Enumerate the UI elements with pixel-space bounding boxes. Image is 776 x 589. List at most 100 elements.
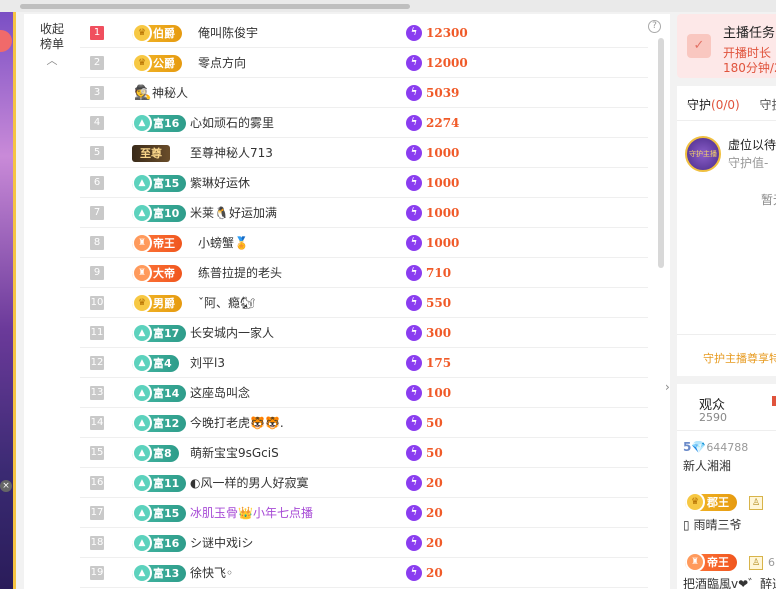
ranking-row[interactable]: 11 ▲ 富17 长安城内一家人 ϟ 300	[80, 318, 648, 348]
help-icon[interactable]: ?	[648, 20, 661, 33]
viewer-3-number: 6	[768, 555, 775, 569]
guard-panel: 守护(0/0) 守护 守护主播 虚位以待 守护值- 暂无 守护主播尊享特	[677, 86, 776, 376]
rank-number: 5	[90, 146, 104, 160]
ranking-row[interactable]: 13 ▲ 富14 这座岛叫念 ϟ 100	[80, 378, 648, 408]
ranking-row[interactable]: 1 ♛ 伯爵 俺叫陈俊宇 ϟ 12300	[80, 18, 648, 48]
ranking-row[interactable]: 4 ▲ 富16 心如顽石的雾里 ϟ 2274	[80, 108, 648, 138]
rank-badge-label: 富10	[153, 207, 180, 220]
contribution-score: ϟ 20	[406, 565, 443, 581]
user-name[interactable]: 零点方向	[198, 48, 246, 78]
ranking-row[interactable]: 14 ▲ 富12 今晚打老虎🐯🐯. ϟ 50	[80, 408, 648, 438]
rank-badge-label: 伯爵	[153, 27, 175, 40]
user-name[interactable]: シ谜中戏iシ	[190, 528, 253, 558]
user-name[interactable]: 长安城内一家人	[190, 318, 274, 348]
wealth-level-icon: ▲	[132, 383, 152, 403]
rank-number: 14	[90, 416, 104, 430]
wealth-level-icon: ▲	[132, 353, 152, 373]
user-name[interactable]: 心如顽石的雾里	[190, 108, 274, 138]
contribution-score: ϟ 20	[406, 535, 443, 551]
lightning-icon: ϟ	[406, 445, 422, 461]
viewer-3-number-text: 6	[768, 556, 775, 569]
viewer-2-name-text: 雨晴三爷	[693, 518, 742, 532]
ranking-row[interactable]: 7 ▲ 富10 米莱🐧好运加满 ϟ 1000	[80, 198, 648, 228]
rank-badge-label: 富12	[153, 417, 180, 430]
ranking-row[interactable]: 2 ♛ 公爵 零点方向 ϟ 12000	[80, 48, 648, 78]
ranking-row[interactable]: 16 ▲ 富11 ◐风一样的男人好寂寞 ϟ 20	[80, 468, 648, 498]
nobility-icon: ♜	[132, 233, 152, 253]
contribution-score: ϟ 12000	[406, 55, 468, 71]
contribution-score: ϟ 175	[406, 355, 451, 371]
ranking-row[interactable]: 6 ▲ 富15 紫琳好运休 ϟ 1000	[80, 168, 648, 198]
guard-avatar-icon[interactable]: 守护主播	[685, 136, 721, 172]
score-value: 50	[426, 446, 443, 460]
lightning-icon: ϟ	[406, 385, 422, 401]
nobility-icon: ♛	[132, 53, 152, 73]
user-name[interactable]: 萌新宝宝9sGciS	[190, 438, 279, 468]
user-name[interactable]: 徐快飞◦	[190, 558, 233, 588]
user-name[interactable]: 小螃蟹🏅	[198, 228, 249, 258]
score-value: 710	[426, 266, 452, 280]
tab-guard-2[interactable]: 守护	[760, 98, 776, 112]
horizontal-scrollbar[interactable]	[20, 4, 410, 9]
rank-badge: ♛ 男爵	[132, 293, 182, 313]
viewer-2-name[interactable]: ▯ 雨晴三爷	[683, 516, 741, 533]
user-name[interactable]: 俺叫陈俊宇	[198, 18, 258, 48]
score-value: 12300	[426, 26, 468, 40]
ranking-row[interactable]: 9 ♜ 大帝 练普拉提的老头 ϟ 710	[80, 258, 648, 288]
wealth-level-icon: ▲	[132, 173, 152, 193]
user-name[interactable]: 这座岛叫念	[190, 378, 250, 408]
ranking-row[interactable]: 10 ♛ 男爵 ˇ阿、瘾🐿 ϟ 550	[80, 288, 648, 318]
user-name[interactable]: 神秘人	[152, 78, 188, 108]
viewer-3-name[interactable]: 把酒臨風ⅴ❤゛醉逍	[683, 575, 776, 589]
ranking-scrollbar[interactable]	[658, 38, 664, 268]
rank-badge-label: 帝王	[153, 237, 175, 250]
rank-badge-label: 富15	[153, 507, 180, 520]
ranking-row[interactable]: 15 ▲ 富8 萌新宝宝9sGciS ϟ 50	[80, 438, 648, 468]
collapse-ranking-button[interactable]: 收起 榜单 ︿	[24, 22, 80, 68]
user-name[interactable]: 练普拉提的老头	[198, 258, 282, 288]
user-name[interactable]: 冰肌玉骨👑小年七点播	[190, 498, 313, 528]
chevron-right-icon[interactable]: ›	[665, 380, 670, 394]
divider	[677, 334, 776, 335]
user-name[interactable]: 米莱🐧好运加满	[190, 198, 277, 228]
viewer-number: 644788	[706, 441, 749, 454]
viewer-1-name[interactable]: 新人湘湘	[683, 457, 731, 474]
ranking-row[interactable]: 19 ▲ 富13 徐快飞◦ ϟ 20	[80, 558, 648, 588]
ranking-row[interactable]: 17 ▲ 富15 冰肌玉骨👑小年七点播 ϟ 20	[80, 498, 648, 528]
decor-blob	[0, 30, 12, 52]
video-preview-strip[interactable]: ×	[0, 12, 16, 589]
score-value: 2274	[426, 116, 460, 130]
tab-guard[interactable]: 守护(0/0)	[687, 98, 740, 112]
rank-number: 6	[90, 176, 104, 190]
ranking-row[interactable]: 18 ▲ 富16 シ谜中戏iシ ϟ 20	[80, 528, 648, 558]
close-icon[interactable]: ×	[0, 480, 12, 492]
lightning-icon: ϟ	[406, 205, 422, 221]
score-value: 100	[426, 386, 452, 400]
anchor-task-card[interactable]: ✓ 主播任务 开播时长 180分钟/2	[677, 14, 776, 78]
lightning-icon: ϟ	[406, 565, 422, 581]
task-title: 主播任务	[723, 26, 776, 41]
user-name[interactable]: 至尊神秘人713	[190, 138, 273, 168]
lightning-icon: ϟ	[406, 265, 422, 281]
ranking-row[interactable]: 12 ▲ 富4 刘平l3 ϟ 175	[80, 348, 648, 378]
rank-badge-label: 富15	[153, 177, 180, 190]
rank-number: 8	[90, 236, 104, 250]
rank-badge-label: 富17	[153, 327, 180, 340]
rank-number: 11	[90, 326, 104, 340]
ranking-row[interactable]: 5 至尊 至尊神秘人713 ϟ 1000	[80, 138, 648, 168]
user-name[interactable]: 今晚打老虎🐯🐯.	[190, 408, 284, 438]
crown-icon: ♛	[685, 492, 705, 512]
user-name[interactable]: ˇ阿、瘾🐿	[198, 288, 255, 318]
user-name[interactable]: 紫琳好运休	[190, 168, 250, 198]
ranking-row[interactable]: 8 ♜ 帝王 小螃蟹🏅 ϟ 1000	[80, 228, 648, 258]
user-name[interactable]: 刘平l3	[190, 348, 225, 378]
ranking-row[interactable]: 3 🕵 神秘人 ϟ 5039	[80, 78, 648, 108]
lightning-icon: ϟ	[406, 535, 422, 551]
rank-badge: ▲ 富17	[132, 323, 187, 343]
score-value: 1000	[426, 176, 460, 190]
user-name[interactable]: ◐风一样的男人好寂寞	[190, 468, 308, 498]
score-value: 5039	[426, 86, 460, 100]
guard-privilege-link[interactable]: 守护主播尊享特	[703, 350, 776, 366]
contribution-score: ϟ 1000	[406, 235, 459, 251]
rank-number: 10	[90, 296, 104, 310]
